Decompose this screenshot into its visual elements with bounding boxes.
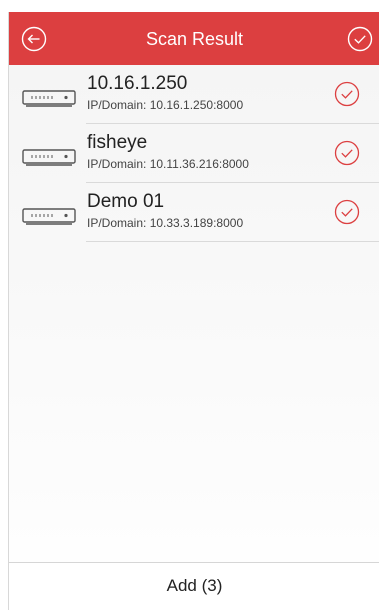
device-address: IP/Domain: 10.16.1.250:8000	[87, 98, 244, 112]
device-name: Demo 01	[87, 191, 165, 212]
device-address: IP/Domain: 10.33.3.189:8000	[87, 216, 244, 230]
device-list: 10.16.1.250 IP/Domain: 10.16.1.250:8000 …	[9, 65, 379, 242]
selected-check-icon[interactable]	[334, 140, 360, 166]
device-address: IP/Domain: 10.11.36.216:8000	[87, 157, 249, 171]
device-name: fisheye	[87, 132, 148, 153]
list-item[interactable]: Demo 01 IP/Domain: 10.33.3.189:8000	[9, 183, 379, 242]
header-bar: Scan Result	[9, 12, 379, 65]
scan-result-screen: Scan Result 10.16.1.250 IP/Domain: 10.16…	[8, 12, 379, 610]
selected-check-icon[interactable]	[334, 199, 360, 225]
device-name: 10.16.1.250	[87, 73, 188, 94]
list-item[interactable]: fisheye IP/Domain: 10.11.36.216:8000	[9, 124, 379, 183]
device-recorder-icon	[22, 208, 76, 225]
page-title: Scan Result	[145, 29, 244, 49]
check-circle-icon	[347, 26, 373, 52]
list-item[interactable]: 10.16.1.250 IP/Domain: 10.16.1.250:8000	[9, 65, 379, 124]
row-divider	[86, 241, 379, 242]
selected-check-icon[interactable]	[334, 81, 360, 107]
device-recorder-icon	[22, 149, 76, 166]
add-button[interactable]: Add (3)	[9, 562, 379, 610]
confirm-button[interactable]	[347, 26, 373, 52]
device-recorder-icon	[22, 90, 76, 107]
